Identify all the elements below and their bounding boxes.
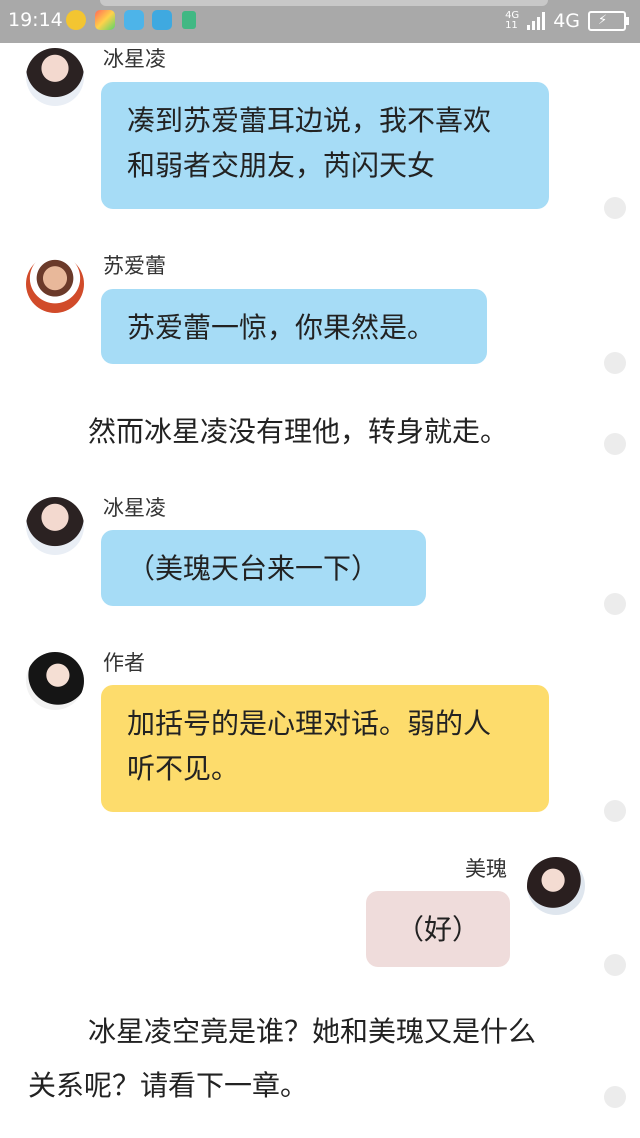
chat-bubble[interactable]: （好） (366, 891, 510, 967)
sender-name: 冰星凌 (103, 496, 166, 520)
select-radio[interactable] (604, 954, 626, 976)
avatar[interactable] (527, 857, 585, 915)
scan-icon (152, 10, 172, 30)
chat-bubble[interactable]: 凑到苏爱蕾耳边说，我不喜欢 和弱者交朋友，芮闪天女 (101, 82, 549, 209)
bubble-line: 加括号的是心理对话。弱的人 (127, 707, 492, 740)
select-radio[interactable] (604, 352, 626, 374)
signal-small-label: 4G 11 (505, 10, 520, 31)
sender-name: 作者 (103, 651, 145, 675)
chat-icon (124, 10, 144, 30)
bubble-line: 和弱者交朋友，芮闪天女 (127, 149, 436, 182)
sender-name: 苏爱蕾 (103, 254, 166, 278)
chat-bubble[interactable]: 加括号的是心理对话。弱的人 听不见。 (101, 685, 549, 812)
select-radio[interactable] (604, 197, 626, 219)
avatar[interactable] (26, 652, 84, 710)
bubble-line: 凑到苏爱蕾耳边说，我不喜欢 (127, 104, 492, 137)
bubble-line: （美瑰天台来一下） (127, 552, 380, 585)
chat-bubble[interactable]: （美瑰天台来一下） (101, 530, 426, 606)
bubble-line: 听不见。 (127, 752, 240, 785)
narration-text: 冰星凌空竟是谁？她和美瑰又是什么 关系呢？请看下一章。 (28, 1015, 537, 1102)
status-time: 19:14 (8, 9, 63, 31)
select-radio[interactable] (604, 593, 626, 615)
bubble-line: 苏爱蕾一惊，你果然是。 (127, 311, 436, 344)
signal-bars-icon (527, 12, 546, 30)
notification-handle[interactable] (100, 0, 548, 6)
bubble-line: （好） (395, 913, 480, 946)
battery-icon: ⚡ (588, 11, 629, 31)
avatar[interactable] (26, 48, 84, 106)
status-bar: 19:14 4G 11 4G ⚡ (0, 0, 640, 43)
network-type: 4G (553, 10, 580, 32)
select-radio[interactable] (604, 433, 626, 455)
sender-name: 冰星凌 (103, 47, 166, 71)
narration-text: 然而冰星凌没有理他，转身就走。 (88, 415, 509, 448)
lock-icon (182, 11, 196, 29)
select-radio[interactable] (604, 800, 626, 822)
app-coin-icon (66, 10, 86, 30)
avatar[interactable] (26, 497, 84, 555)
select-radio[interactable] (604, 1086, 626, 1108)
avatar[interactable] (26, 255, 84, 313)
sender-name: 美瑰 (465, 857, 507, 881)
chat-bubble[interactable]: 苏爱蕾一惊，你果然是。 (101, 289, 487, 364)
app-game-icon (95, 10, 115, 30)
